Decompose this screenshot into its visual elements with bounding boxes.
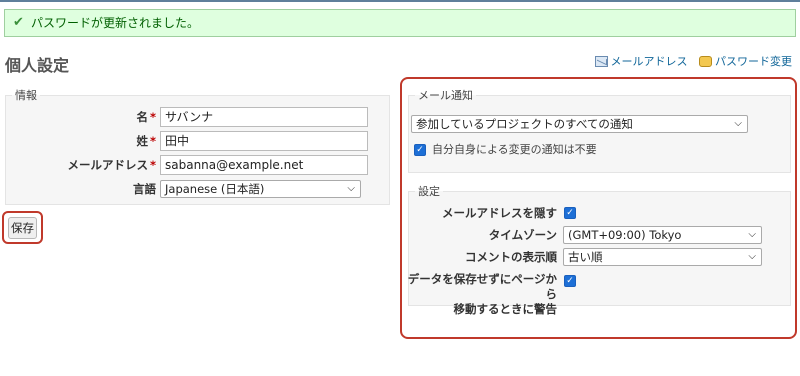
right-panel-highlight: [400, 77, 797, 339]
language-select[interactable]: Japanese (日本語) ⌵: [160, 180, 361, 198]
flash-message: パスワードが更新されました。: [31, 16, 200, 30]
email-addresses-link[interactable]: メールアドレス: [594, 53, 688, 69]
top-border: [0, 0, 800, 2]
firstname-label: 名 *: [136, 110, 156, 124]
firstname-input[interactable]: サバンナ: [160, 107, 368, 127]
language-label: 言語: [133, 182, 156, 196]
lastname-label: 姓 *: [136, 134, 156, 148]
save-button[interactable]: 保存: [8, 217, 37, 239]
checkmark-icon: ✔: [13, 15, 24, 30]
email-input[interactable]: sabanna@example.net: [160, 155, 368, 175]
email-icon: [594, 55, 608, 67]
language-row: 言語 Japanese (日本語) ⌵: [0, 179, 390, 199]
lastname-row: 姓 * 田中: [0, 131, 390, 151]
change-password-link-label: パスワード変更: [715, 55, 792, 68]
email-row: メールアドレス * sabanna@example.net: [0, 155, 390, 175]
save-button-highlight: 保存: [2, 211, 43, 244]
key-icon: [699, 55, 712, 67]
email-addresses-link-label: メールアドレス: [610, 55, 688, 68]
firstname-row: 名 * サバンナ: [0, 107, 390, 127]
contextual-links: メールアドレス パスワード変更: [587, 53, 792, 70]
flash-notice: ✔ パスワードが更新されました。: [4, 9, 796, 37]
change-password-link[interactable]: パスワード変更: [699, 53, 792, 69]
language-select-value: Japanese (日本語): [165, 182, 265, 196]
info-legend: 情報: [15, 89, 37, 102]
lastname-input[interactable]: 田中: [160, 131, 368, 151]
email-label: メールアドレス *: [67, 158, 156, 172]
chevron-down-icon: ⌵: [347, 183, 355, 194]
page-title: 個人設定: [5, 56, 70, 75]
